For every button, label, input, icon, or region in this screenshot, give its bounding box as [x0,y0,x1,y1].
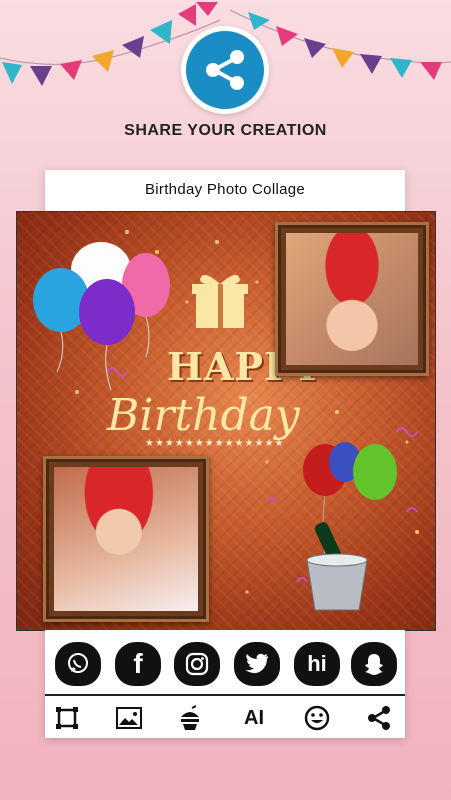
twitter-icon [245,653,268,674]
facebook-button[interactable]: f [115,642,161,686]
stars-line: ★★★★★★★★★★★★★★ [145,438,285,449]
snapchat-icon [365,654,383,675]
snapchat-button[interactable] [351,642,397,686]
facebook-icon: f [133,648,143,679]
gift-icon [192,274,248,328]
frame-icon [56,707,78,729]
photo-frame-bottom[interactable] [43,456,209,622]
share-title: SHARE YOUR CREATION [124,122,327,139]
image-button[interactable] [115,704,143,732]
text-icon: AI [244,706,264,729]
hike-button[interactable]: hi [294,642,340,686]
whatsapp-button[interactable] [55,642,101,686]
editor-toolbar: AI [45,702,405,734]
share-icon [368,706,390,730]
hike-icon: hi [307,651,327,676]
photo-frame-top[interactable] [275,222,429,376]
emoji-button[interactable] [303,704,331,732]
text-button[interactable]: AI [240,704,268,732]
twitter-button[interactable] [234,642,280,686]
divider [45,694,405,696]
sticker-icon [181,705,199,730]
share-button[interactable] [181,26,269,114]
portrait-photo-top [286,233,418,365]
card-title: Birthday Photo Collage [144,181,306,198]
emoji-icon [304,705,330,731]
share-icon [206,50,244,90]
share-tool-button[interactable] [365,704,393,732]
portrait-photo-bottom [54,467,198,611]
sticker-button[interactable] [176,704,204,732]
whatsapp-icon [68,653,88,673]
image-icon [116,707,142,729]
social-share-row: f hi [45,642,405,690]
instagram-icon [185,652,209,676]
balloons-illustration [33,242,170,391]
birthday-text: Birthday [107,390,300,441]
share-options-bar: f hi AI [45,630,405,738]
frame-button[interactable] [53,704,81,732]
champagne-illustration [303,442,397,611]
birthday-collage[interactable]: HAPPY Birthday ★★★★★★★★★★★★★★ [16,211,436,631]
instagram-button[interactable] [174,642,220,686]
